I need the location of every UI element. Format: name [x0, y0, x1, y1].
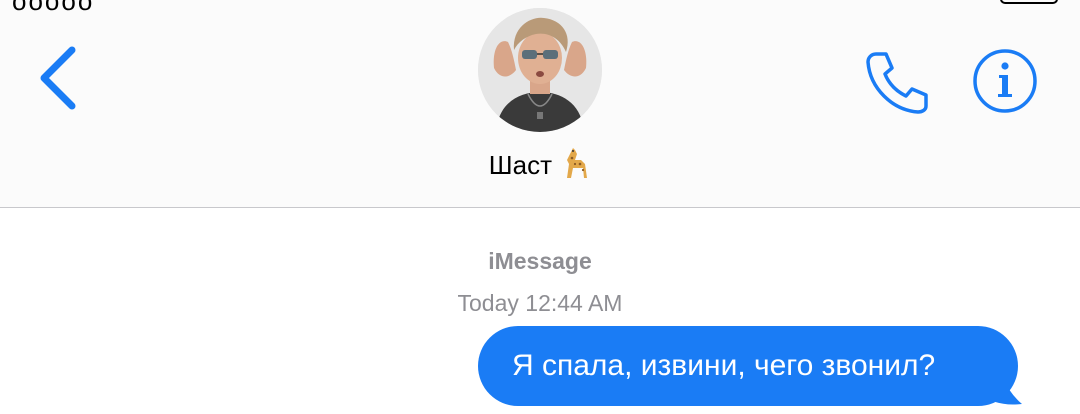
message-row: Я спала, извини, чего звонил?	[478, 326, 1038, 406]
contact-name: Шаст	[488, 150, 552, 180]
message-text: Я спала, извини, чего звонил?	[512, 349, 936, 382]
outgoing-message-bubble[interactable]: Я спала, извини, чего звонил?	[478, 326, 1018, 406]
chevron-left-icon	[40, 46, 76, 110]
service-label: iMessage	[488, 248, 592, 274]
avatar-photo	[478, 8, 602, 132]
giraffe-icon	[561, 146, 591, 187]
messages-screen: ooooo Шаст iMessage Today 12:44 AM Я спа…	[0, 0, 1080, 414]
status-bar-signal: ooooo	[12, 0, 95, 16]
conversation-header: ooooo Шаст	[0, 0, 1080, 208]
contact-avatar[interactable]	[478, 8, 602, 132]
back-button[interactable]	[30, 42, 90, 114]
info-icon	[973, 49, 1037, 113]
battery-icon	[1000, 0, 1058, 4]
message-timestamp: Today 12:44 AM	[457, 290, 623, 316]
call-button[interactable]	[858, 46, 932, 116]
contact-name-row[interactable]: Шаст	[0, 146, 1080, 187]
phone-icon	[866, 52, 928, 114]
info-button[interactable]	[972, 48, 1038, 114]
